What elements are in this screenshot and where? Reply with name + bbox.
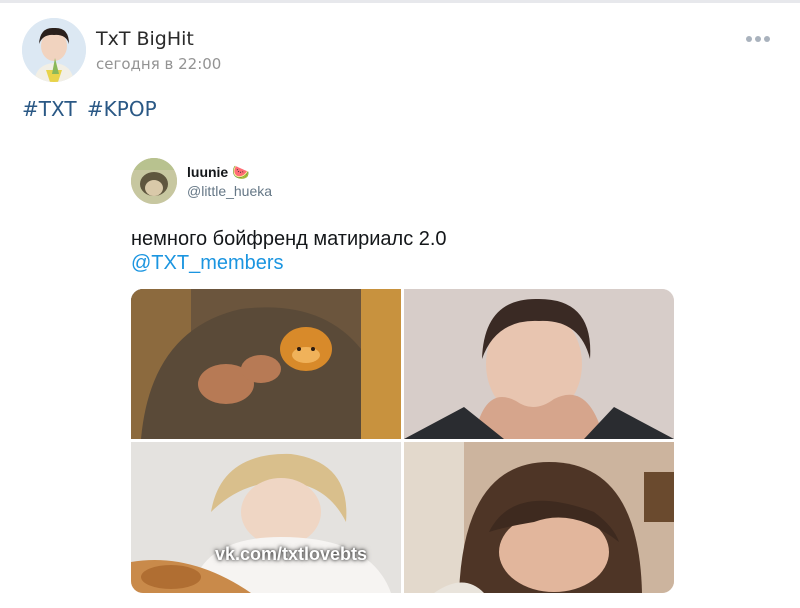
- top-divider: [0, 0, 800, 3]
- tweet-author-name-text: luunie: [187, 164, 229, 180]
- more-horizontal-icon[interactable]: [746, 32, 772, 46]
- photo-watermark: vk.com/txtlovebts: [215, 544, 368, 564]
- tweet-author-handle[interactable]: @little_hueka: [187, 183, 272, 199]
- tweet-author-name[interactable]: luunie 🍉: [187, 164, 250, 181]
- tweet-text: немного бойфренд матириалс 2.0: [131, 228, 447, 250]
- tweet-photo[interactable]: vk.com/txtlovebts: [131, 442, 401, 593]
- tweet-photo-grid: vk.com/txtlovebts: [131, 289, 674, 593]
- author-name[interactable]: TxT BigHit: [96, 28, 194, 50]
- post-header: TxT BigHit сегодня в 22:00: [22, 18, 782, 84]
- post-timestamp[interactable]: сегодня в 22:00: [96, 55, 221, 73]
- embedded-tweet: luunie 🍉 @little_hueka немного бойфренд …: [131, 158, 676, 598]
- tweet-photo[interactable]: [131, 289, 401, 439]
- author-avatar[interactable]: [22, 18, 86, 82]
- tweet-photo[interactable]: [404, 442, 674, 593]
- hashtag-link[interactable]: #TXT: [22, 97, 77, 121]
- post-hashtags: #TXT #KPOP: [22, 97, 161, 121]
- hashtag-link[interactable]: #KPOP: [87, 97, 157, 121]
- watermelon-emoji-icon: 🍉: [232, 164, 250, 180]
- tweet-photo[interactable]: [404, 289, 674, 439]
- tweet-mention-link[interactable]: @TXT_members: [131, 252, 284, 275]
- tweet-author-avatar[interactable]: [131, 158, 177, 204]
